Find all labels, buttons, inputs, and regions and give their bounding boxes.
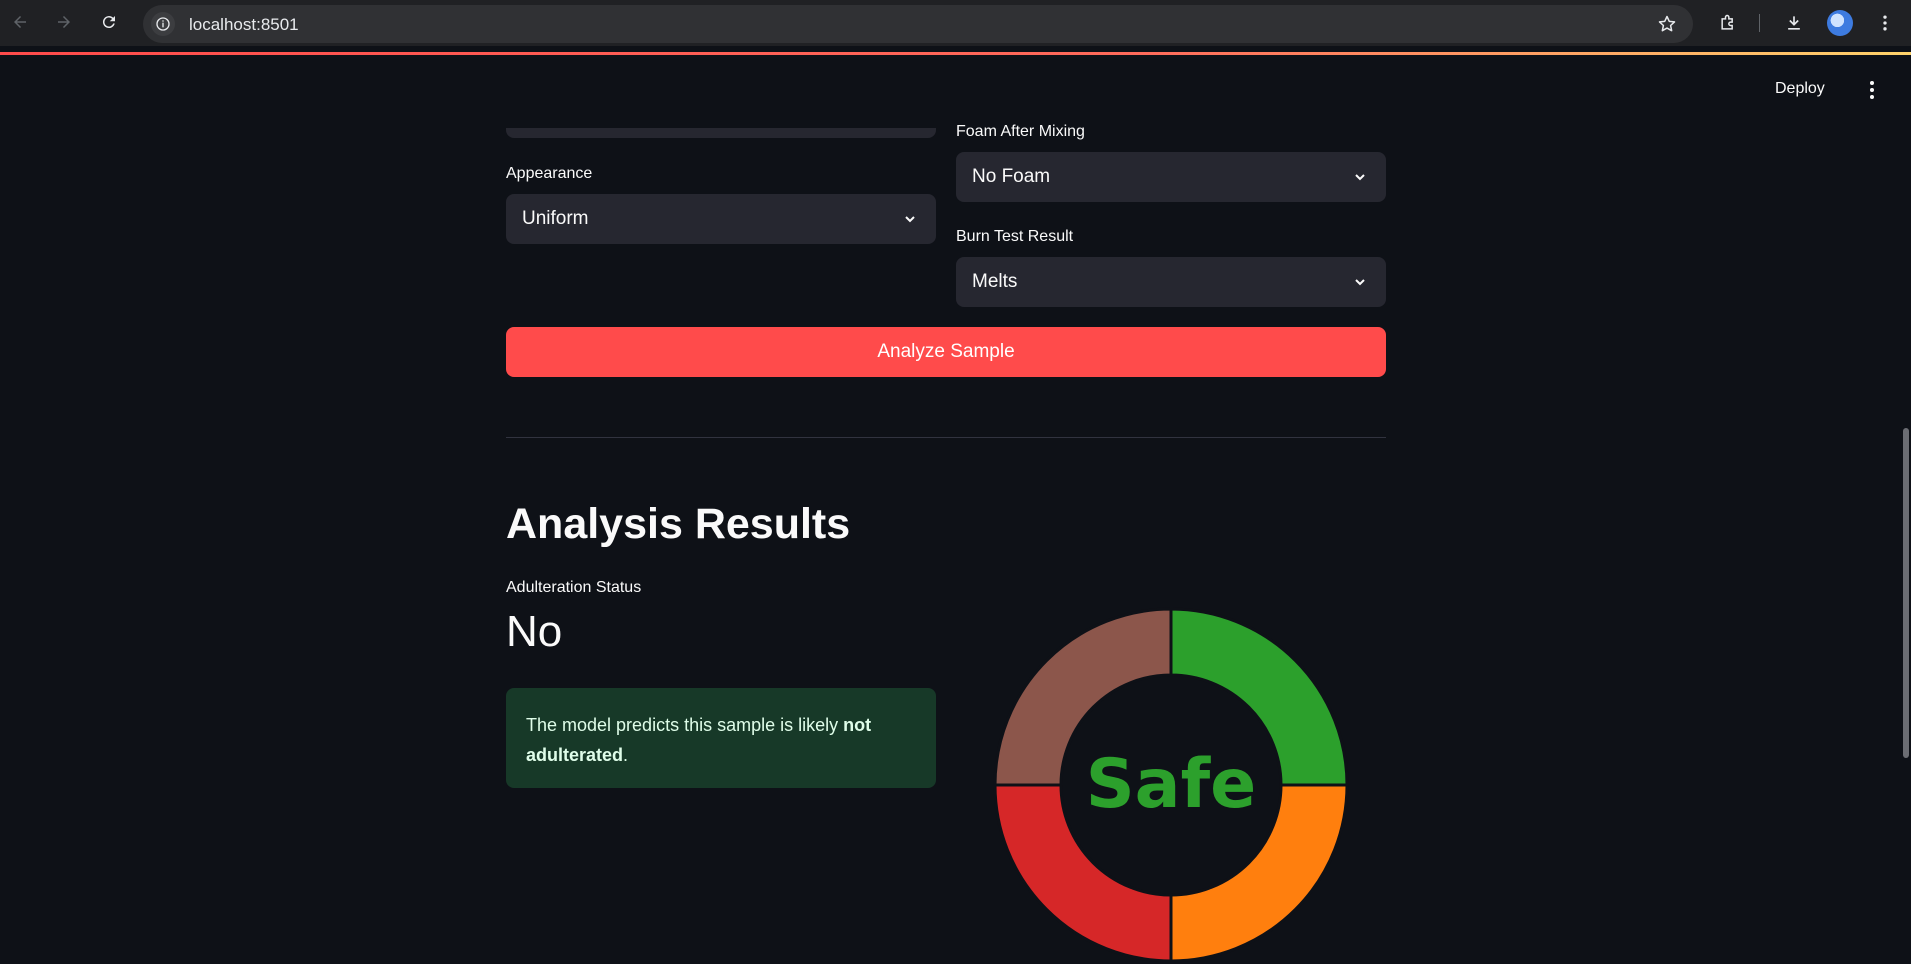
forward-icon[interactable]: [50, 8, 78, 36]
message-text: The model predicts this sample is likely: [526, 715, 844, 735]
safety-gauge-chart: Safe: [993, 607, 1349, 963]
chevron-down-icon: [1355, 279, 1365, 286]
chevron-down-icon: [1355, 174, 1365, 181]
scrollbar-thumb[interactable]: [1903, 428, 1909, 758]
foam-label: Foam After Mixing: [956, 123, 1085, 140]
burn-test-label: Burn Test Result: [956, 228, 1074, 245]
browser-toolbar: localhost:8501: [0, 0, 1911, 46]
reload-icon[interactable]: [95, 8, 123, 36]
toolbar-separator: [1759, 14, 1760, 32]
foam-select[interactable]: No Foam: [956, 152, 1386, 202]
success-message: The model predicts this sample is likely…: [506, 688, 936, 788]
browser-menu-icon[interactable]: [1872, 10, 1898, 36]
chevron-down-icon: [905, 216, 915, 223]
previous-select-partial[interactable]: [506, 128, 936, 138]
bookmark-star-icon[interactable]: [1657, 14, 1677, 34]
extensions-icon[interactable]: [1715, 10, 1741, 36]
appearance-select[interactable]: Uniform: [506, 194, 936, 244]
site-info-icon[interactable]: [151, 12, 175, 36]
divider: [506, 437, 1386, 438]
burn-test-select[interactable]: Melts: [956, 257, 1386, 307]
profile-avatar[interactable]: [1827, 10, 1853, 36]
metric-label: Adulteration Status: [506, 579, 642, 596]
app-top-decoration: [0, 52, 1911, 55]
analyze-sample-button[interactable]: Analyze Sample: [506, 327, 1386, 377]
message-suffix: .: [623, 745, 629, 765]
appearance-select-value: Uniform: [522, 208, 589, 229]
foam-select-value: No Foam: [972, 166, 1051, 187]
url-text[interactable]: localhost:8501: [189, 15, 299, 35]
gauge-center-text: Safe: [1086, 745, 1257, 824]
app-menu-icon[interactable]: [1862, 78, 1882, 102]
back-icon[interactable]: [6, 8, 34, 36]
address-bar[interactable]: localhost:8501: [143, 5, 1693, 43]
deploy-button[interactable]: Deploy: [1775, 80, 1825, 98]
results-heading: Analysis Results: [506, 500, 851, 548]
metric-value: No: [506, 607, 563, 656]
burn-test-select-value: Melts: [972, 271, 1018, 292]
appearance-label: Appearance: [506, 165, 593, 182]
download-icon[interactable]: [1781, 10, 1807, 36]
